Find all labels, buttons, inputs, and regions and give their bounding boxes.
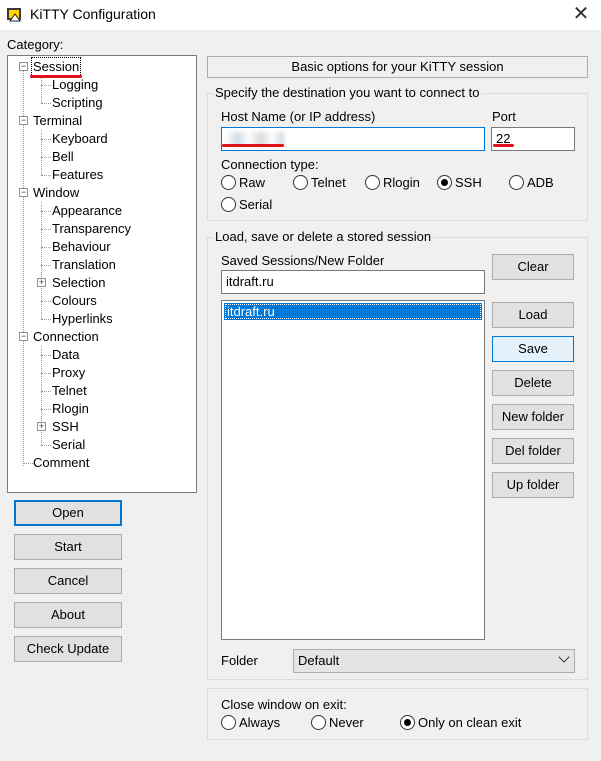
delete-button[interactable]: Delete [492,370,574,396]
collapse-terminal-icon[interactable]: − [19,116,28,125]
collapse-session-icon[interactable]: − [19,62,28,71]
tree-item-colours[interactable]: Colours [51,292,98,310]
tree-item-bell[interactable]: Bell [51,148,75,166]
category-label: Category: [7,37,64,52]
conn-type-adb[interactable]: ADB [509,174,554,192]
conn-type-raw-label: Raw [239,175,266,190]
tree-item-session[interactable]: Session [30,57,82,77]
radio-telnet-icon[interactable] [293,175,308,190]
close-icon[interactable]: ✕ [566,1,596,27]
close-window-label: Close window on exit: [221,697,347,712]
open-button[interactable]: Open [14,500,122,526]
tree-item-hyperlinks[interactable]: Hyperlinks [51,310,114,328]
collapse-connection-icon[interactable]: − [19,332,28,341]
connection-type-label: Connection type: [221,157,319,172]
list-item[interactable]: itdraft.ru [224,303,482,320]
close-only-clean-label: Only on clean exit [418,715,522,730]
conn-type-rlogin-label: Rlogin [383,175,420,190]
tree-item-features[interactable]: Features [51,166,104,184]
tree-item-logging[interactable]: Logging [51,76,99,94]
close-only-clean[interactable]: Only on clean exit [400,714,521,732]
annotation-underline-host [222,144,284,147]
tree-item-keyboard[interactable]: Keyboard [51,130,109,148]
tree-item-serial[interactable]: Serial [51,436,86,454]
port-input[interactable]: 22 [491,127,575,151]
close-always[interactable]: Always [221,714,280,732]
tree-item-appearance[interactable]: Appearance [51,202,123,220]
host-label: Host Name (or IP address) [221,109,376,124]
tree-item-connection[interactable]: Connection [32,328,100,346]
panel-header: Basic options for your KiTTY session [207,56,588,78]
tree-item-translation[interactable]: Translation [51,256,117,274]
new-folder-button[interactable]: New folder [492,404,574,430]
tree-item-data[interactable]: Data [51,346,80,364]
conn-type-serial[interactable]: Serial [221,196,272,214]
expand-selection-icon[interactable]: + [37,278,46,287]
radio-only-clean-icon[interactable] [400,715,415,730]
conn-type-rlogin[interactable]: Rlogin [365,174,420,192]
expand-ssh-icon[interactable]: + [37,422,46,431]
port-label: Port [492,109,516,124]
kitty-app-icon [6,6,24,24]
tree-item-proxy[interactable]: Proxy [51,364,86,382]
collapse-window-icon[interactable]: − [19,188,28,197]
conn-type-raw[interactable]: Raw [221,174,265,192]
window-title: KiTTY Configuration [30,6,156,22]
title-bar: KiTTY Configuration ✕ [0,0,601,30]
radio-adb-icon[interactable] [509,175,524,190]
conn-type-telnet[interactable]: Telnet [293,174,346,192]
radio-rlogin-icon[interactable] [365,175,380,190]
radio-serial-icon[interactable] [221,197,236,212]
tree-item-telnet[interactable]: Telnet [51,382,88,400]
saved-session-input[interactable]: itdraft.ru [221,270,485,294]
tree-item-window[interactable]: Window [32,184,80,202]
check-update-button[interactable]: Check Update [14,636,122,662]
folder-select[interactable]: Default [293,649,575,673]
tree-item-terminal[interactable]: Terminal [32,112,83,130]
folder-label: Folder [221,653,258,668]
clear-button[interactable]: Clear [492,254,574,280]
tree-item-selection[interactable]: Selection [51,274,106,292]
load-button[interactable]: Load [492,302,574,328]
conn-type-ssh-label: SSH [455,175,482,190]
tree-item-ssh[interactable]: SSH [51,418,80,436]
annotation-underline-port [493,144,514,147]
up-folder-button[interactable]: Up folder [492,472,574,498]
chevron-down-icon[interactable] [558,651,570,663]
conn-type-serial-label: Serial [239,197,273,212]
conn-type-adb-label: ADB [527,175,554,190]
del-folder-button[interactable]: Del folder [492,438,574,464]
radio-always-icon[interactable] [221,715,236,730]
folder-select-value: Default [298,653,340,668]
radio-never-icon[interactable] [311,715,326,730]
tree-item-transparency[interactable]: Transparency [51,220,132,238]
about-button[interactable]: About [14,602,122,628]
conn-type-ssh[interactable]: SSH [437,174,482,192]
tree-item-behaviour[interactable]: Behaviour [51,238,112,256]
sessions-group-title: Load, save or delete a stored session [213,229,434,244]
radio-ssh-icon[interactable] [437,175,452,190]
tree-item-comment[interactable]: Comment [32,454,90,472]
saved-sessions-label: Saved Sessions/New Folder [221,253,385,268]
cancel-button[interactable]: Cancel [14,568,122,594]
destination-group-title: Specify the destination you want to conn… [213,85,482,100]
radio-raw-icon[interactable] [221,175,236,190]
sessions-list[interactable]: itdraft.ru [221,300,485,640]
tree-item-rlogin[interactable]: Rlogin [51,400,90,418]
conn-type-telnet-label: Telnet [311,175,346,190]
start-button[interactable]: Start [14,534,122,560]
category-tree[interactable]: − − − + − + Session Logging Scripting Te… [7,55,197,493]
close-always-label: Always [239,715,281,730]
tree-item-scripting[interactable]: Scripting [51,94,104,112]
save-button[interactable]: Save [492,336,574,362]
close-never[interactable]: Never [311,714,364,732]
close-never-label: Never [329,715,364,730]
